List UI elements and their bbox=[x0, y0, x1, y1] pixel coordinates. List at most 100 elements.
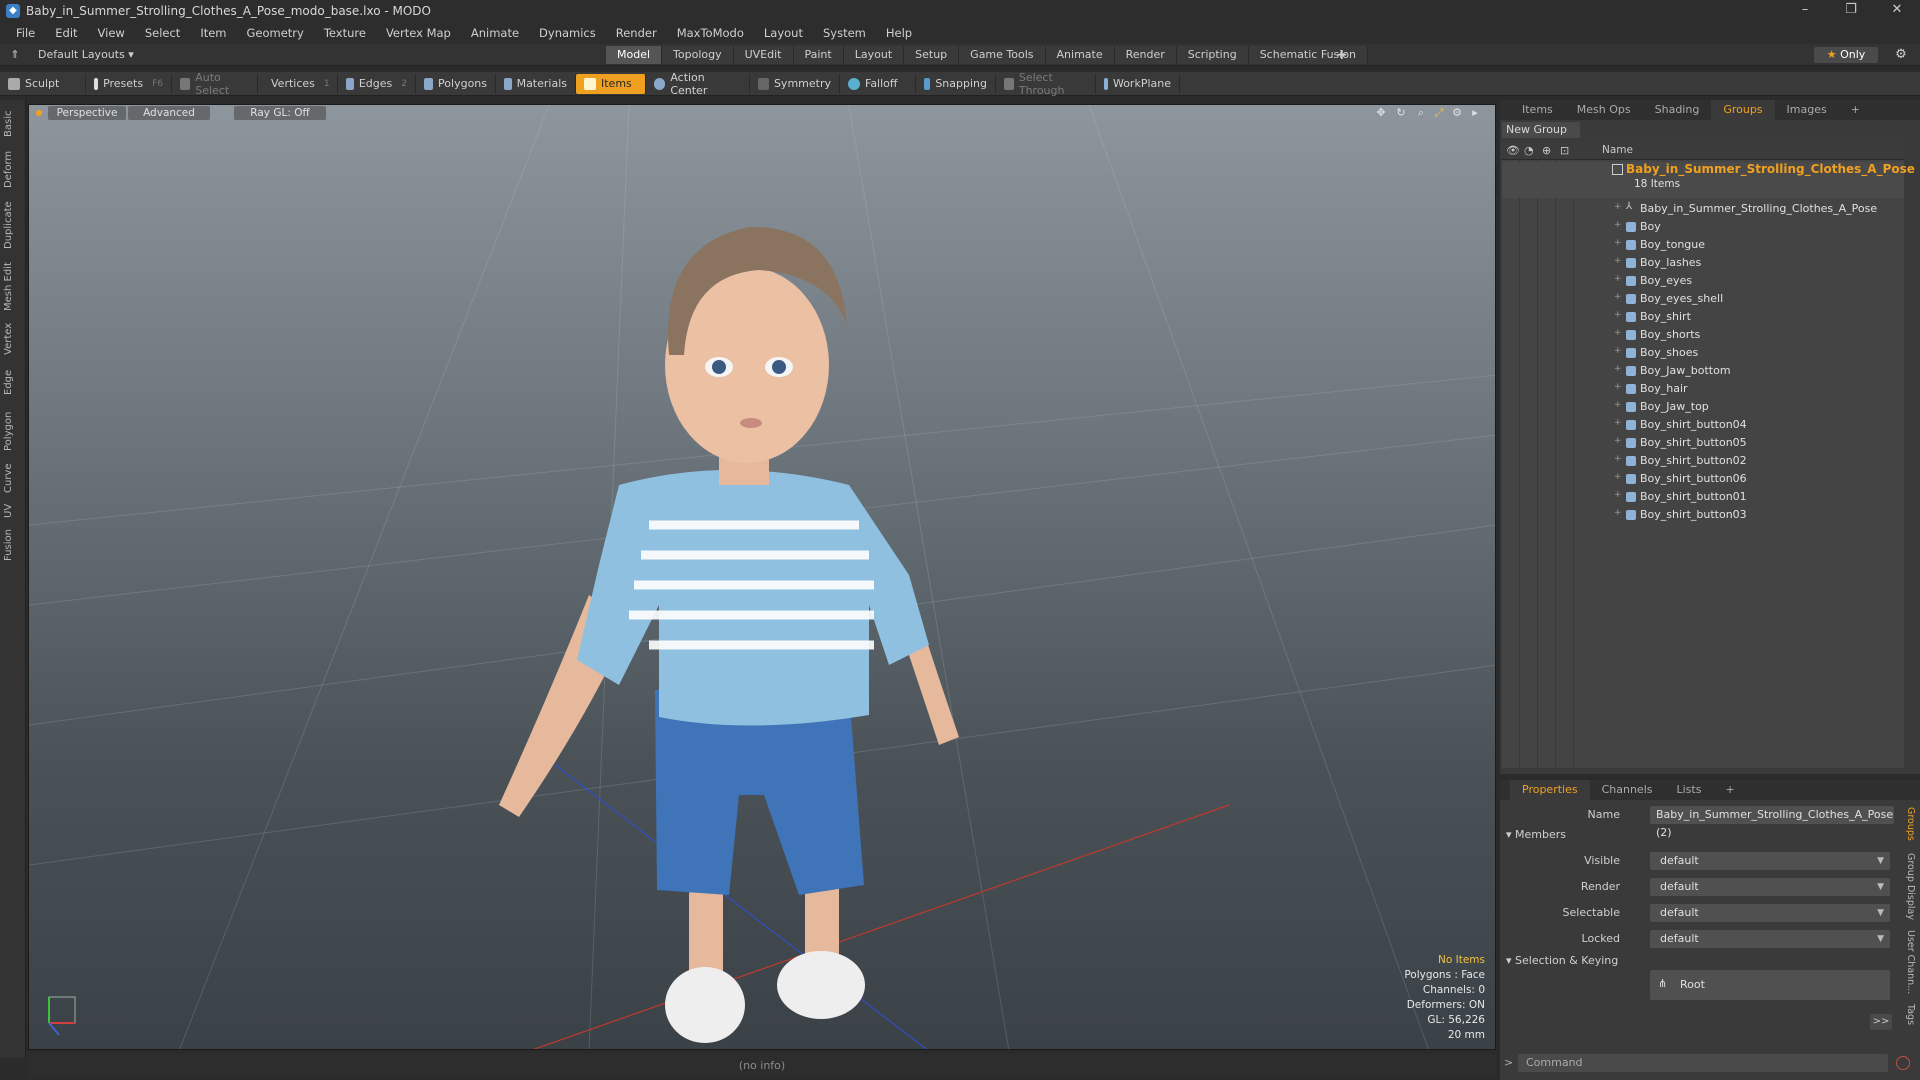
list-item[interactable]: + Boy_shirt_button03 bbox=[1502, 506, 1904, 524]
left-tab-curve[interactable]: Curve bbox=[3, 460, 23, 496]
raygl-button[interactable]: Ray GL: Off bbox=[234, 106, 326, 120]
side-tab-user-chann-[interactable]: User Chann... bbox=[1902, 928, 1916, 996]
rotate-view-icon[interactable]: ↻ bbox=[1394, 106, 1408, 120]
locked-dropdown[interactable]: default ▼ bbox=[1650, 930, 1890, 948]
items-button[interactable]: Items bbox=[576, 73, 646, 94]
zoom-view-icon[interactable]: ⌕ bbox=[1414, 106, 1428, 120]
menu-item-help[interactable]: Help bbox=[876, 26, 922, 40]
render-dropdown[interactable]: default ▼ bbox=[1650, 878, 1890, 896]
close-button[interactable]: ✕ bbox=[1874, 0, 1920, 22]
fit-view-icon[interactable]: ⤢ bbox=[1432, 106, 1446, 120]
perspective-button[interactable]: Perspective bbox=[48, 106, 126, 120]
left-tab-polygon[interactable]: Polygon bbox=[3, 406, 23, 456]
render-icon[interactable]: ◔ bbox=[1524, 144, 1534, 157]
left-tab-basic[interactable]: Basic bbox=[3, 106, 23, 142]
only-toggle[interactable]: ★ Only bbox=[1814, 47, 1878, 63]
expand-icon[interactable]: + bbox=[1614, 382, 1622, 392]
list-item[interactable]: + Boy_eyes bbox=[1502, 272, 1904, 290]
expand-icon[interactable]: + bbox=[1614, 454, 1622, 464]
gear-icon[interactable]: ⚙ bbox=[1894, 47, 1908, 63]
add-panel-tab-button[interactable]: + bbox=[1839, 100, 1872, 120]
expand-icon[interactable]: + bbox=[1614, 472, 1622, 482]
list-item[interactable]: + Boy_tongue bbox=[1502, 236, 1904, 254]
sculpt-button[interactable]: Sculpt bbox=[0, 73, 86, 94]
list-item[interactable]: + Boy_shirt_button01 bbox=[1502, 488, 1904, 506]
side-tab-groups[interactable]: Groups bbox=[1902, 804, 1916, 844]
default-layouts-dropdown[interactable]: Default Layouts ▾ bbox=[38, 47, 134, 63]
select-icon[interactable]: ⊡ bbox=[1560, 144, 1569, 157]
restore-button[interactable]: ❐ bbox=[1828, 0, 1874, 22]
panel-tab-shading[interactable]: Shading bbox=[1643, 100, 1712, 120]
menu-item-view[interactable]: View bbox=[88, 26, 135, 40]
expand-icon[interactable]: + bbox=[1614, 274, 1622, 284]
expand-icon[interactable]: + bbox=[1614, 328, 1622, 338]
layout-tab-render[interactable]: Render bbox=[1114, 46, 1177, 64]
menu-item-animate[interactable]: Animate bbox=[461, 26, 529, 40]
command-input[interactable]: Command bbox=[1518, 1054, 1888, 1072]
viewport-menu-icon[interactable]: ● bbox=[32, 106, 46, 120]
selectable-dropdown[interactable]: default ▼ bbox=[1650, 904, 1890, 922]
expand-icon[interactable]: + bbox=[1614, 238, 1622, 248]
expand-icon[interactable]: + bbox=[1614, 346, 1622, 356]
expand-icon[interactable]: + bbox=[1614, 292, 1622, 302]
menu-item-render[interactable]: Render bbox=[606, 26, 667, 40]
minimize-button[interactable]: – bbox=[1782, 0, 1828, 22]
list-item[interactable]: + Boy_shirt bbox=[1502, 308, 1904, 326]
list-item[interactable]: + Boy_shirt_button06 bbox=[1502, 470, 1904, 488]
panel-tab-groups[interactable]: Groups bbox=[1711, 100, 1775, 120]
list-item[interactable]: + Boy_shorts bbox=[1502, 326, 1904, 344]
advanced-button[interactable]: Advanced bbox=[128, 106, 210, 120]
falloff-button[interactable]: Falloff bbox=[840, 73, 916, 94]
menu-item-maxtomodo[interactable]: MaxToModo bbox=[667, 26, 754, 40]
panel-tab-channels[interactable]: Channels bbox=[1590, 780, 1665, 800]
side-tab-tags[interactable]: Tags bbox=[1902, 1002, 1916, 1028]
snapping-button[interactable]: Snapping bbox=[916, 73, 996, 94]
expand-icon[interactable]: + bbox=[1614, 418, 1622, 428]
layout-tab-game-tools[interactable]: Game Tools bbox=[959, 46, 1046, 64]
list-item[interactable]: + ⅄ Baby_in_Summer_Strolling_Clothes_A_Pos… bbox=[1502, 200, 1904, 218]
presets-button[interactable]: Presets F6 bbox=[86, 73, 172, 94]
workplane-button[interactable]: WorkPlane bbox=[1096, 73, 1180, 94]
symmetry-button[interactable]: Symmetry bbox=[750, 73, 840, 94]
new-group-button[interactable]: New Group bbox=[1502, 122, 1580, 138]
list-item[interactable]: + Boy_hair bbox=[1502, 380, 1904, 398]
visible-dropdown[interactable]: default ▼ bbox=[1650, 852, 1890, 870]
layout-tab-model[interactable]: Model bbox=[606, 46, 663, 64]
record-icon[interactable] bbox=[1896, 1056, 1910, 1070]
left-tab-deform[interactable]: Deform bbox=[3, 146, 23, 192]
materials-button[interactable]: Materials bbox=[496, 73, 576, 94]
menu-item-vertex-map[interactable]: Vertex Map bbox=[376, 26, 461, 40]
panel-tab-items[interactable]: Items bbox=[1510, 100, 1565, 120]
menu-item-texture[interactable]: Texture bbox=[314, 26, 376, 40]
expand-icon[interactable]: + bbox=[1614, 508, 1622, 518]
name-input[interactable]: Baby_in_Summer_Strolling_Clothes_A_Pose … bbox=[1650, 806, 1894, 839]
expand-icon[interactable]: + bbox=[1614, 490, 1622, 500]
panel-tab-images[interactable]: Images bbox=[1775, 100, 1839, 120]
expand-icon[interactable]: + bbox=[1614, 364, 1622, 374]
left-tab-vertex[interactable]: Vertex bbox=[3, 320, 23, 358]
list-item[interactable]: + Boy_eyes_shell bbox=[1502, 290, 1904, 308]
side-tab-group-display[interactable]: Group Display bbox=[1902, 850, 1916, 922]
panel-tab-mesh-ops[interactable]: Mesh Ops bbox=[1565, 100, 1643, 120]
left-tab-mesh-edit[interactable]: Mesh Edit bbox=[3, 258, 23, 316]
edges-button[interactable]: Edges 2 bbox=[338, 73, 416, 94]
left-tab-fusion[interactable]: Fusion bbox=[3, 526, 23, 564]
viewport-settings-icon[interactable]: ⚙ bbox=[1450, 106, 1464, 120]
members-section[interactable]: ▾ Members bbox=[1506, 828, 1566, 841]
vertices-button[interactable]: Vertices 1 bbox=[258, 73, 338, 94]
menu-item-file[interactable]: File bbox=[6, 26, 45, 40]
list-item[interactable]: + Boy_Jaw_bottom bbox=[1502, 362, 1904, 380]
expand-icon[interactable]: + bbox=[1614, 220, 1622, 230]
root-button[interactable]: ⋔ Root bbox=[1650, 970, 1890, 1000]
group-row[interactable]: Baby_in_Summer_Strolling_Clothes_A_Pose … bbox=[1502, 162, 1915, 198]
layout-tab-layout[interactable]: Layout bbox=[843, 46, 905, 64]
layout-collapse-icon[interactable]: ⇑ bbox=[8, 47, 22, 63]
expand-icon[interactable]: + bbox=[1614, 202, 1622, 212]
left-tab-duplicate[interactable]: Duplicate bbox=[3, 196, 23, 254]
selection-keying-section[interactable]: ▾ Selection & Keying bbox=[1506, 954, 1618, 967]
expand-icon[interactable]: + bbox=[1614, 256, 1622, 266]
expand-icon[interactable]: + bbox=[1614, 436, 1622, 446]
menu-item-item[interactable]: Item bbox=[190, 26, 236, 40]
action-center-button[interactable]: Action Center bbox=[646, 71, 750, 97]
menu-item-edit[interactable]: Edit bbox=[45, 26, 87, 40]
